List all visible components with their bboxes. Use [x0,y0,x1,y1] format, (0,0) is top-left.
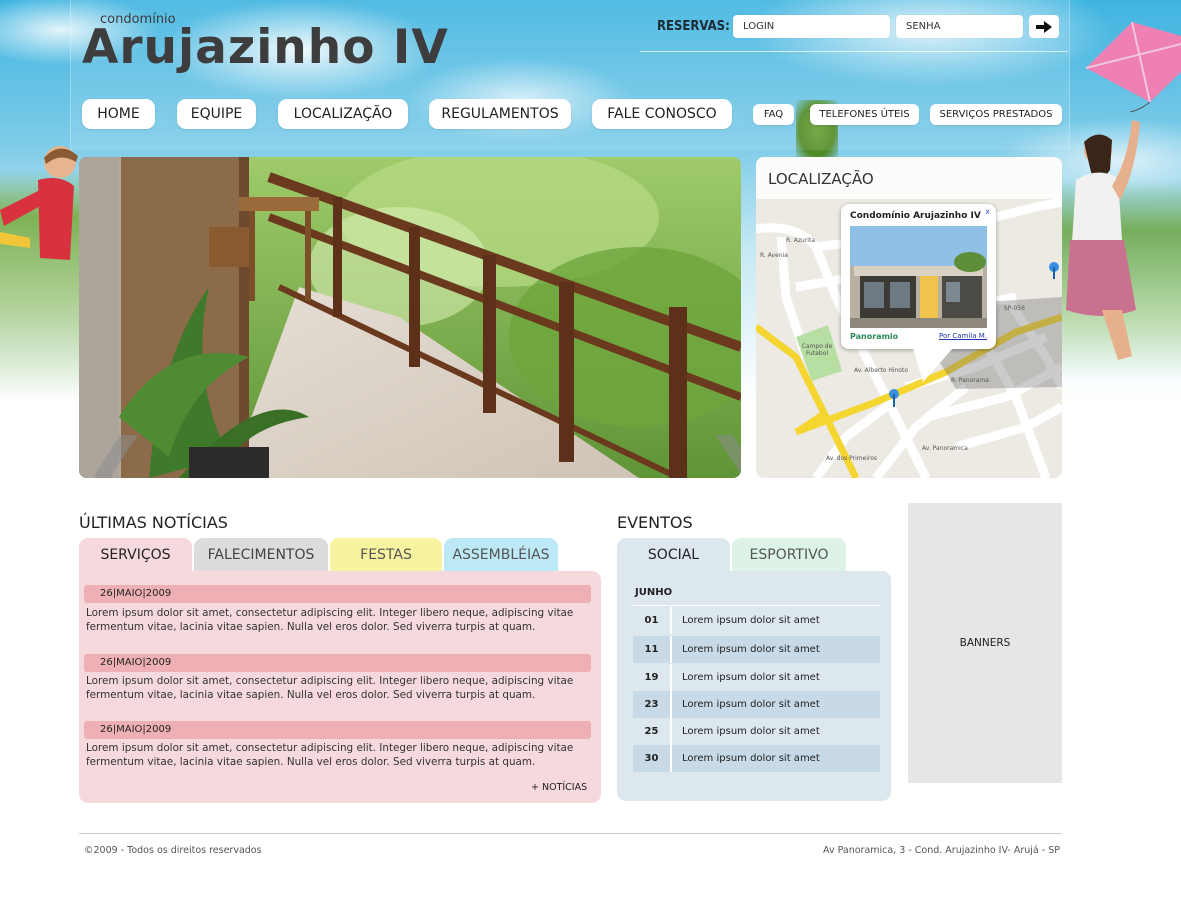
news-title: ÚLTIMAS NOTÍCIAS [79,513,228,532]
header-divider [640,51,1068,52]
logo-title[interactable]: Arujazinho IV [82,18,449,78]
popup-building-photo [850,226,987,328]
news-date: 26|MAIO|2009 [84,721,591,739]
map-label-campo: Campo de Futebol [801,343,833,357]
chevron-right-icon: ❯ [703,422,741,478]
tab-social[interactable]: SOCIAL [617,538,730,572]
banners-area[interactable]: BANNERS [908,503,1062,783]
kid-right-illustration [1066,120,1140,360]
event-day: 01 [644,615,659,626]
tab-festas[interactable]: FESTAS [330,538,442,572]
footer-address: Av Panoramica, 3 - Cond. Arujazinho IV- … [823,845,1060,856]
events-month: JUNHO [635,587,673,598]
popup-pointer [913,348,953,382]
balcony-photo [79,157,741,478]
nav-equipe[interactable]: EQUIPE [177,99,256,129]
arrow-right-icon [1036,20,1052,33]
reservas-label: RESERVAS: [657,19,730,34]
event-row[interactable]: 25 Lorem ipsum dolor sit amet [633,718,880,745]
event-separator [670,691,672,718]
map-label-street: R. Panorama [951,377,989,384]
kite-illustration [1085,22,1181,112]
nav-fale-conosco[interactable]: FALE CONOSCO [592,99,732,129]
event-day: 25 [644,726,659,737]
slide-prev-button[interactable]: ❮ [83,419,150,478]
banners-label: BANNERS [959,637,1011,649]
login-input[interactable] [733,15,890,38]
map-label-street: Av. Panoramica [922,445,968,452]
event-text: Lorem ipsum dolor sit amet [682,699,820,710]
event-separator [670,718,672,745]
event-text: Lorem ipsum dolor sit amet [682,644,820,655]
map-label-street: Av. Alberto Hinoto [854,367,908,374]
news-date: 26|MAIO|2009 [84,585,591,603]
month-divider [633,605,880,606]
event-row[interactable]: 30 Lorem ipsum dolor sit amet [633,745,880,772]
nav-regulamentos[interactable]: REGULAMENTOS [429,99,571,129]
chevron-left-icon: ❮ [83,422,151,478]
kid-left-illustration [0,146,78,260]
login-submit-button[interactable] [1029,15,1059,38]
popup-credit-link[interactable]: Por Camila M. [939,332,987,340]
event-day: 30 [644,753,659,764]
news-date: 26|MAIO|2009 [84,654,591,672]
map-label-street: R. Azurita [786,237,815,244]
nav-home[interactable]: HOME [82,99,155,129]
map-label-street: Av. dos Primeiros [826,455,878,462]
event-text: Lorem ipsum dolor sit amet [682,615,820,626]
event-day: 19 [644,672,659,683]
tab-servicos[interactable]: SERVIÇOS [79,538,192,572]
nav-servicos-prestados[interactable]: SERVIÇOS PRESTADOS [930,104,1062,125]
tab-falecimentos[interactable]: FALECIMENTOS [194,538,328,572]
map-label-road: SP-056 [1004,305,1025,312]
tab-esportivo[interactable]: ESPORTIVO [732,538,846,572]
footer-copyright: ©2009 - Todos os direitos reservados [84,845,262,856]
nav-localizacao[interactable]: LOCALIZAÇÃO [278,99,408,129]
photo-slideshow[interactable]: ❮ ❯ [79,157,741,478]
event-text: Lorem ipsum dolor sit amet [682,726,820,737]
map-info-popup[interactable]: Condomínio Arujazinho IV x Panoramio Por… [841,204,996,349]
events-title: EVENTOS [617,513,693,532]
news-text[interactable]: Lorem ipsum dolor sit amet, consectetur … [86,741,591,769]
event-day: 23 [644,699,659,710]
nav-telefones-uteis[interactable]: TELEFONES ÚTEIS [810,104,919,125]
event-row[interactable]: 01 Lorem ipsum dolor sit amet [633,607,880,634]
event-text: Lorem ipsum dolor sit amet [682,672,820,683]
popup-title: Condomínio Arujazinho IV [850,211,981,221]
event-separator [670,636,672,663]
event-separator [670,607,672,634]
senha-input[interactable] [896,15,1023,38]
map-title: LOCALIZAÇÃO [756,157,1062,199]
footer-divider [79,833,1062,834]
nav-faq[interactable]: FAQ [753,104,794,125]
news-text[interactable]: Lorem ipsum dolor sit amet, consectetur … [86,606,591,634]
event-separator [670,664,672,691]
more-news-link[interactable]: + NOTÍCIAS [531,782,587,793]
event-text: Lorem ipsum dolor sit amet [682,753,820,764]
event-row[interactable]: 11 Lorem ipsum dolor sit amet [633,636,880,663]
map-label-street: R. Avenia [760,252,788,259]
panoramio-logo: Panoramio [850,332,899,341]
event-day: 11 [644,644,659,655]
event-row[interactable]: 19 Lorem ipsum dolor sit amet [633,664,880,691]
popup-close-icon[interactable]: x [985,207,990,216]
event-row[interactable]: 23 Lorem ipsum dolor sit amet [633,691,880,718]
tab-assembleias[interactable]: ASSEMBLÉIAS [444,538,558,572]
event-separator [670,745,672,772]
news-text[interactable]: Lorem ipsum dolor sit amet, consectetur … [86,674,591,702]
slide-next-button[interactable]: ❯ [703,419,741,478]
